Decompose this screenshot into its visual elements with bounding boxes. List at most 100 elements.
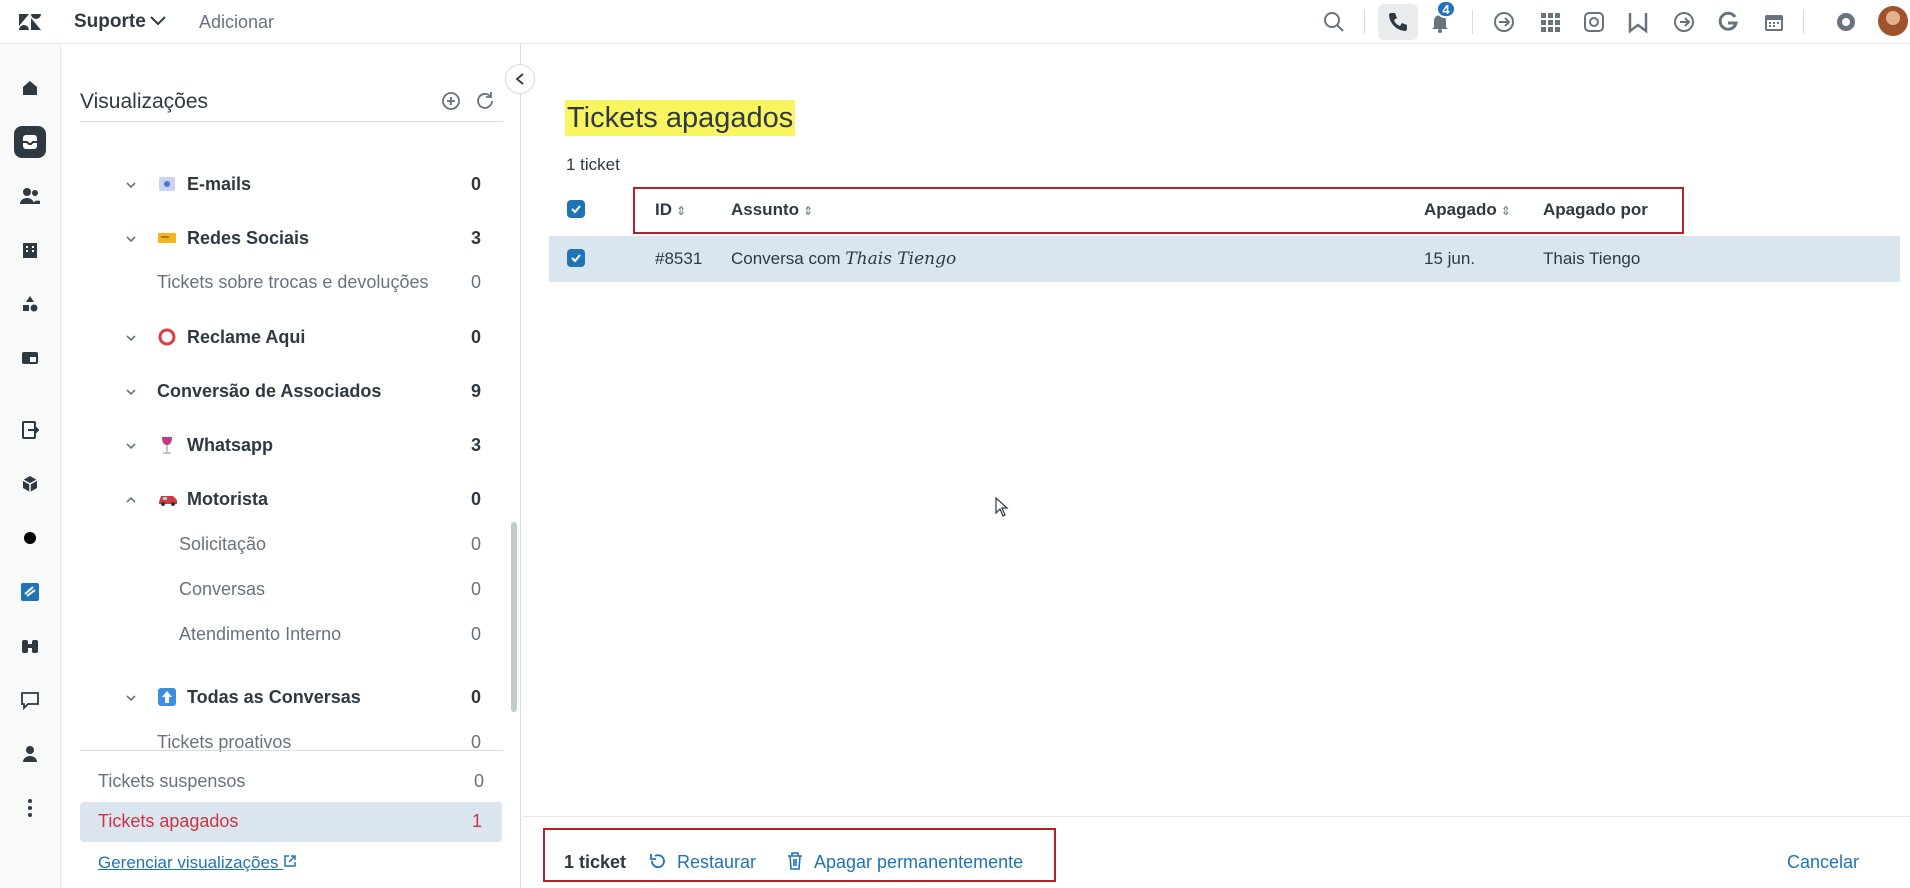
chat-app-icon[interactable]	[14, 576, 46, 608]
view-label: Reclame Aqui	[187, 327, 306, 347]
view-label: Tickets sobre trocas e devoluções	[157, 272, 429, 292]
column-label: Assunto	[731, 200, 799, 219]
chevron-down-icon[interactable]	[148, 14, 168, 28]
view-item[interactable]: Motorista 0	[80, 478, 505, 522]
chevron-down-icon[interactable]	[124, 691, 138, 705]
organizations-icon[interactable]	[14, 234, 46, 266]
help-lifebuoy-icon[interactable]	[1834, 10, 1858, 34]
binoculars-icon[interactable]	[14, 630, 46, 662]
view-label: Redes Sociais	[187, 228, 310, 248]
selected-count: 1 ticket	[564, 852, 627, 872]
g-app-icon[interactable]	[1716, 10, 1740, 34]
more-vertical-icon[interactable]	[14, 792, 46, 824]
chevron-down-icon[interactable]	[124, 439, 138, 453]
column-label: Apagado por	[1543, 200, 1648, 219]
customers-icon[interactable]	[14, 180, 46, 212]
view-item[interactable]: Conversão de Associados 9	[80, 370, 505, 414]
view-item[interactable]: Todas as Conversas 0	[80, 676, 505, 720]
delete-permanently-button[interactable]: Apagar permanentemente	[814, 852, 1023, 873]
call-button[interactable]	[1378, 4, 1418, 40]
status-dot-icon[interactable]	[14, 522, 46, 554]
subject-prefix: Conversa com	[731, 249, 841, 268]
email-emoji-icon	[157, 174, 177, 194]
view-label: E-mails	[187, 174, 252, 194]
restore-button[interactable]: Restaurar	[677, 852, 756, 873]
view-item[interactable]: Tickets proativos 0	[80, 721, 505, 765]
chat-bubble-icon[interactable]	[14, 684, 46, 716]
sort-icon: ⇕	[676, 204, 687, 218]
divider	[80, 121, 503, 122]
apps-grid-icon[interactable]	[1538, 10, 1562, 34]
view-count: 3	[470, 228, 481, 248]
car-emoji-icon	[157, 489, 177, 509]
view-item[interactable]: E-mails 0	[80, 163, 505, 207]
external-link-icon	[284, 855, 296, 867]
ticket-subject[interactable]: Conversa com Thais Tiengo	[731, 249, 956, 269]
chevron-down-icon[interactable]	[124, 232, 138, 246]
arrow-app-icon[interactable]	[1672, 10, 1696, 34]
view-item[interactable]: Whatsapp 3	[80, 424, 505, 468]
chevron-down-icon[interactable]	[124, 178, 138, 192]
ticket-deleted-by: Thais Tiengo	[1543, 249, 1641, 268]
chevron-up-icon[interactable]	[124, 493, 138, 507]
manage-views-label: Gerenciar visualizações	[98, 853, 279, 872]
views-icon[interactable]	[14, 126, 46, 158]
view-item[interactable]: Redes Sociais 3	[80, 217, 505, 261]
view-count: 0	[470, 687, 481, 707]
column-deleted-by[interactable]: Apagado por	[1543, 200, 1648, 220]
cancel-button[interactable]: Cancelar	[1787, 852, 1859, 873]
chevron-down-icon[interactable]	[124, 331, 138, 345]
phone-icon	[1389, 13, 1407, 31]
row-checkbox[interactable]	[567, 249, 585, 267]
sort-icon: ⇕	[803, 204, 814, 218]
mouse-cursor-icon	[995, 497, 1009, 517]
view-label: Solicitação	[179, 534, 267, 554]
view-suspended-tickets[interactable]: Tickets suspensos 0	[80, 760, 502, 804]
view-deleted-tickets[interactable]: Tickets apagados 1	[80, 802, 502, 842]
view-item[interactable]: Tickets sobre trocas e devoluções 0	[80, 261, 505, 305]
view-count: 3	[470, 435, 481, 455]
column-label: ID	[655, 200, 672, 219]
column-deleted[interactable]: Apagado ⇕	[1424, 200, 1511, 220]
calendar-icon[interactable]	[1762, 10, 1786, 34]
views-title: Visualizações	[80, 90, 209, 113]
home-icon[interactable]	[14, 72, 46, 104]
select-all-checkbox[interactable]	[567, 200, 585, 218]
transfer-icon[interactable]	[1492, 10, 1516, 34]
divider	[1364, 10, 1365, 34]
agent-icon[interactable]	[14, 738, 46, 770]
view-item[interactable]: Reclame Aqui 0	[80, 316, 505, 360]
trash-icon[interactable]	[786, 851, 804, 871]
restore-icon[interactable]	[648, 851, 668, 871]
view-count: 0	[470, 579, 481, 599]
divider	[1472, 10, 1473, 34]
view-item[interactable]: Solicitação 0	[80, 523, 505, 567]
divider	[80, 750, 503, 751]
shapes-icon[interactable]	[14, 288, 46, 320]
chevron-down-icon[interactable]	[124, 385, 138, 399]
chevron-left-icon	[515, 73, 524, 85]
search-icon[interactable]	[1322, 10, 1346, 34]
view-item[interactable]: Atendimento Interno 0	[80, 613, 505, 657]
cube-icon[interactable]	[14, 468, 46, 500]
view-item[interactable]: Conversas 0	[80, 568, 505, 612]
manage-views-link[interactable]: Gerenciar visualizações	[98, 853, 297, 873]
zendesk-logo-icon[interactable]	[18, 11, 42, 33]
reports-icon[interactable]	[14, 414, 46, 446]
avatar[interactable]	[1878, 6, 1908, 36]
add-view-icon[interactable]	[439, 89, 463, 113]
scrollbar[interactable]	[511, 522, 517, 712]
refresh-icon[interactable]	[473, 89, 497, 113]
workspace-icon[interactable]	[14, 342, 46, 374]
column-id[interactable]: ID ⇕	[655, 200, 686, 220]
bookmark-app-icon[interactable]	[1626, 10, 1650, 34]
view-count: 0	[473, 771, 484, 791]
view-count: 0	[470, 534, 481, 554]
product-switcher[interactable]: Suporte	[74, 11, 146, 33]
whatsapp-icon[interactable]	[1582, 10, 1606, 34]
view-label: Conversão de Associados	[157, 381, 382, 401]
add-button[interactable]: Adicionar	[199, 12, 274, 33]
collapse-panel-button[interactable]	[505, 64, 535, 94]
column-subject[interactable]: Assunto ⇕	[731, 200, 813, 220]
up-emoji-icon	[157, 687, 177, 707]
